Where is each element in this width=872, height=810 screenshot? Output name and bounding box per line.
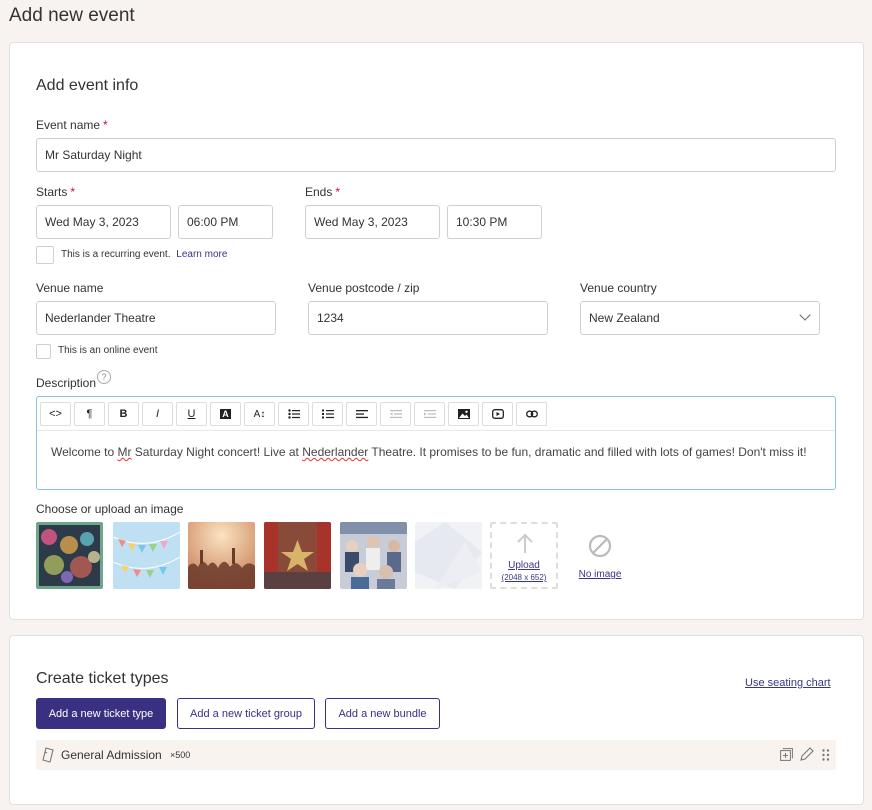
venue-country-label: Venue country <box>580 281 657 295</box>
numbered-list-icon <box>321 409 334 419</box>
start-date-input[interactable]: Wed May 3, 2023 <box>36 205 171 239</box>
outdent-icon <box>389 410 402 418</box>
add-ticket-group-button[interactable]: Add a new ticket group <box>177 698 315 729</box>
font-size-button[interactable]: A↕ <box>244 402 275 426</box>
insert-link-button[interactable] <box>516 402 547 426</box>
numbered-list-button[interactable] <box>312 402 343 426</box>
event-info-title: Add event info <box>36 77 139 94</box>
no-image-label: No image <box>578 569 622 580</box>
upload-image-button[interactable]: Upload (2048 x 652) <box>490 522 558 589</box>
editor-toolbar: <> ¶ B I U A A↕ <box>37 397 835 431</box>
image-icon <box>457 409 470 419</box>
description-editor[interactable]: <> ¶ B I U A A↕ Welcome to Mr Saturday N… <box>36 396 836 490</box>
image-option-bokeh[interactable] <box>36 522 103 589</box>
use-seating-chart-link[interactable]: Use seating chart <box>745 677 831 689</box>
description-label: Description <box>36 376 97 390</box>
learn-more-link[interactable]: Learn more <box>176 249 227 260</box>
insert-video-button[interactable] <box>482 402 513 426</box>
image-option-audience[interactable] <box>340 522 407 589</box>
image-option-crowd[interactable] <box>188 522 255 589</box>
starts-label: Starts * <box>36 185 76 199</box>
chevron-down-icon <box>799 309 811 321</box>
ends-label: Ends * <box>305 185 341 199</box>
align-icon <box>355 410 368 419</box>
end-time-input[interactable]: 10:30 PM <box>447 205 542 239</box>
venue-name-label: Venue name <box>36 281 104 295</box>
image-option-bunting[interactable] <box>113 522 180 589</box>
event-info-card: Add event info Event name * Mr Saturday N… <box>9 42 864 620</box>
image-option-star[interactable] <box>264 522 331 589</box>
online-event-checkbox[interactable] <box>36 344 51 359</box>
venue-name-input[interactable]: Nederlander Theatre <box>36 301 276 335</box>
paragraph-button[interactable]: ¶ <box>74 402 105 426</box>
insert-image-button[interactable] <box>448 402 479 426</box>
code-view-button[interactable]: <> <box>40 402 71 426</box>
upload-size-hint: (2048 x 652) <box>501 573 547 582</box>
venue-postcode-input[interactable]: 1234 <box>308 301 548 335</box>
upload-label: Upload <box>508 560 540 571</box>
bold-button[interactable]: B <box>108 402 139 426</box>
add-bundle-button[interactable]: Add a new bundle <box>325 698 440 729</box>
bulleted-list-button[interactable] <box>278 402 309 426</box>
event-name-input[interactable]: Mr Saturday Night <box>36 138 836 172</box>
ticket-types-title: Create ticket types <box>36 670 169 687</box>
drag-handle-icon[interactable] <box>822 749 830 761</box>
no-image-icon <box>588 534 612 558</box>
recurring-checkbox[interactable] <box>36 246 54 264</box>
online-event-text: This is an online event <box>58 345 158 356</box>
video-icon <box>491 409 504 419</box>
link-icon <box>525 410 538 418</box>
indent-button[interactable] <box>414 402 445 426</box>
ticket-name: General Admission <box>61 748 162 762</box>
end-date-input[interactable]: Wed May 3, 2023 <box>305 205 440 239</box>
duplicate-icon[interactable] <box>780 748 793 761</box>
venue-country-select[interactable]: New Zealand <box>580 301 820 335</box>
ticket-icon <box>42 747 54 763</box>
underline-button[interactable]: U <box>176 402 207 426</box>
align-button[interactable] <box>346 402 377 426</box>
bulleted-list-icon <box>287 409 300 419</box>
no-image-option[interactable]: No image <box>576 523 624 590</box>
event-name-label: Event name * <box>36 118 108 132</box>
recurring-text: This is a recurring event. Learn more <box>61 249 228 260</box>
upload-arrow-icon <box>517 534 533 553</box>
start-time-input[interactable]: 06:00 PM <box>178 205 273 239</box>
image-chooser-label: Choose or upload an image <box>36 502 184 516</box>
ticket-quantity: ×500 <box>170 750 191 760</box>
help-icon[interactable]: ? <box>97 370 111 384</box>
page-title: Add new event <box>9 5 135 26</box>
outdent-button[interactable] <box>380 402 411 426</box>
venue-postcode-label: Venue postcode / zip <box>308 281 420 295</box>
edit-pencil-icon[interactable] <box>800 747 814 761</box>
add-ticket-type-button[interactable]: Add a new ticket type <box>36 698 166 729</box>
image-option-abstract[interactable] <box>415 522 482 589</box>
ticket-row[interactable]: General Admission ×500 <box>36 740 836 770</box>
text-color-button[interactable]: A <box>210 402 241 426</box>
italic-button[interactable]: I <box>142 402 173 426</box>
description-text[interactable]: Welcome to Mr Saturday Night concert! Li… <box>51 445 807 459</box>
ticket-types-card: Create ticket types Use seating chart Ad… <box>9 635 864 805</box>
indent-icon <box>423 410 436 418</box>
